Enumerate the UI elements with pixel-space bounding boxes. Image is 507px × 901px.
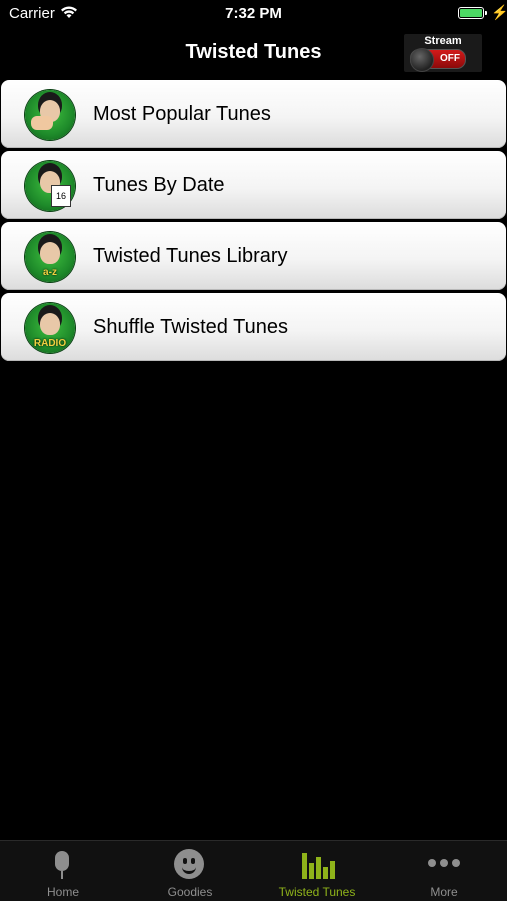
a-z-logo-icon: a-z <box>25 232 75 282</box>
menu-item-label: Tunes By Date <box>93 174 225 196</box>
calendar-logo-icon: 16 <box>25 161 75 211</box>
menu-item-label: Twisted Tunes Library <box>93 245 288 267</box>
more-dots-icon <box>381 849 507 879</box>
stream-toggle-label: Stream <box>424 35 462 47</box>
menu-item-label: Most Popular Tunes <box>93 103 271 125</box>
tab-twisted-tunes[interactable]: Twisted Tunes <box>254 841 380 901</box>
menu-item-most-popular[interactable]: Most Popular Tunes <box>1 80 506 148</box>
stream-toggle[interactable]: Stream OFF <box>404 34 482 72</box>
menu-item-shuffle[interactable]: RADIO Shuffle Twisted Tunes <box>1 293 506 361</box>
thumbs-up-logo-icon <box>25 90 75 140</box>
tab-label: Twisted Tunes <box>278 885 356 899</box>
radio-logo-icon: RADIO <box>25 303 75 353</box>
radio-badge: RADIO <box>33 338 67 349</box>
a-z-badge: a-z <box>43 267 57 278</box>
stream-switch[interactable]: OFF <box>410 48 466 72</box>
tab-more[interactable]: More <box>381 841 507 901</box>
tab-label: Home <box>46 885 79 899</box>
microphone-icon <box>0 849 126 879</box>
switch-knob <box>410 48 434 72</box>
menu-list: Most Popular Tunes 16 Tunes By Date a-z … <box>1 80 506 364</box>
battery-icon <box>458 7 487 19</box>
stream-state-label: OFF <box>440 53 460 64</box>
menu-item-label: Shuffle Twisted Tunes <box>93 316 288 338</box>
equalizer-icon <box>254 849 380 879</box>
charging-bolt-icon: ⚡ <box>491 4 507 20</box>
tab-label: Goodies <box>167 885 213 899</box>
calendar-badge: 16 <box>51 185 71 207</box>
status-bar: Carrier 7:32 PM ⚡ <box>0 0 507 28</box>
menu-item-library[interactable]: a-z Twisted Tunes Library <box>1 222 506 290</box>
menu-item-by-date[interactable]: 16 Tunes By Date <box>1 151 506 219</box>
navigation-bar: Twisted Tunes Stream OFF <box>0 28 507 78</box>
tab-label: More <box>430 885 458 899</box>
clock: 7:32 PM <box>225 5 282 22</box>
tab-goodies[interactable]: Goodies <box>127 841 253 901</box>
smiley-icon <box>127 849 253 879</box>
tab-bar: Home Goodies Twisted Tunes More <box>0 840 507 901</box>
tab-home[interactable]: Home <box>0 841 126 901</box>
